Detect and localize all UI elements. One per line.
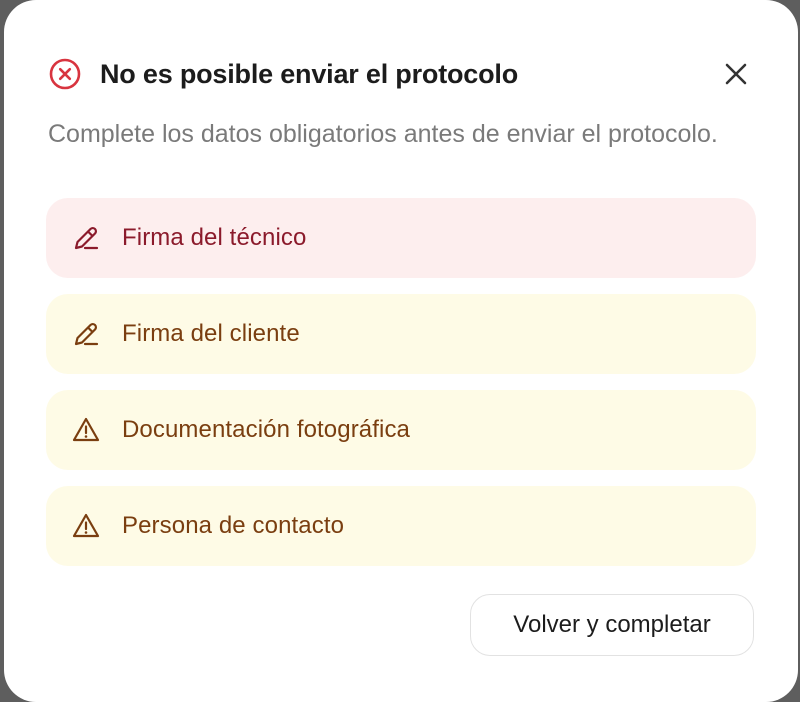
dialog-description: Complete los datos obligatorios antes de… [48,120,718,148]
error-circle-icon [48,57,82,91]
list-item-photo-documentation[interactable]: Documentación fotográfica [46,390,756,470]
back-and-complete-button[interactable]: Volver y completar [470,594,754,656]
list-item-label: Firma del técnico [122,224,307,251]
missing-items-list: Firma del técnico Firma del cliente Docu… [46,198,756,582]
list-item-label: Documentación fotográfica [122,416,410,443]
list-item-contact-person[interactable]: Persona de contacto [46,486,756,566]
close-button[interactable] [718,56,754,92]
dialog-title: No es posible enviar el protocolo [100,59,518,89]
warning-triangle-icon [70,414,102,446]
pencil-icon [70,222,102,254]
dialog-header: No es posible enviar el protocolo [48,52,768,96]
validation-dialog: No es posible enviar el protocolo Comple… [4,0,798,702]
list-item-customer-signature[interactable]: Firma del cliente [46,294,756,374]
pencil-icon [70,318,102,350]
warning-triangle-icon [70,510,102,542]
close-icon [725,63,747,85]
list-item-label: Firma del cliente [122,320,300,347]
list-item-label: Persona de contacto [122,512,345,539]
list-item-technician-signature[interactable]: Firma del técnico [46,198,756,278]
